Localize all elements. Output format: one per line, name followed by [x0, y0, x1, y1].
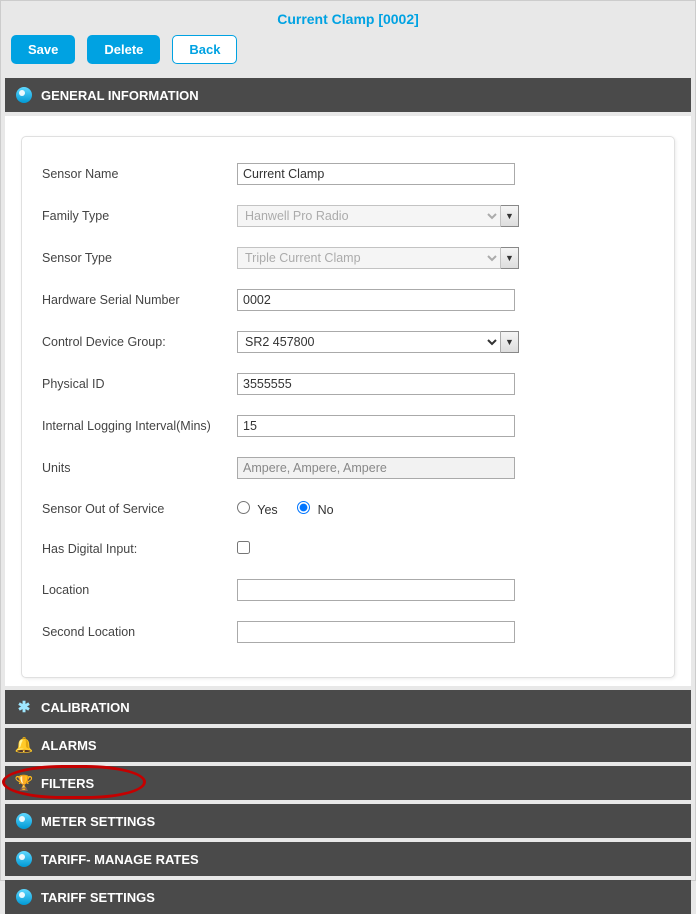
- label-hw-serial: Hardware Serial Number: [42, 293, 237, 307]
- section-label: TARIFF SETTINGS: [41, 890, 155, 905]
- section-meter-settings[interactable]: METER SETTINGS: [5, 804, 691, 838]
- input-location[interactable]: [237, 579, 515, 601]
- save-button[interactable]: Save: [11, 35, 75, 64]
- radio-yes-label[interactable]: Yes: [237, 503, 281, 517]
- input-log-interval[interactable]: [237, 415, 515, 437]
- radio-no[interactable]: [297, 501, 310, 514]
- bell-icon: 🔔: [15, 736, 33, 754]
- label-second-location: Second Location: [42, 625, 237, 639]
- select-sensor-type: Triple Current Clamp: [237, 247, 501, 269]
- circle-icon: [15, 850, 33, 868]
- chevron-down-icon: ▼: [501, 247, 519, 269]
- section-label: FILTERS: [41, 776, 94, 791]
- circle-icon: [15, 812, 33, 830]
- section-label: METER SETTINGS: [41, 814, 155, 829]
- label-log-interval: Internal Logging Interval(Mins): [42, 419, 237, 433]
- label-units: Units: [42, 461, 237, 475]
- circle-icon: [15, 888, 33, 906]
- section-alarms[interactable]: 🔔 ALARMS: [5, 728, 691, 762]
- section-label: GENERAL INFORMATION: [41, 88, 199, 103]
- general-panel-body: Sensor Name Family Type Hanwell Pro Radi…: [5, 116, 691, 686]
- select-control-group[interactable]: SR2 457800: [237, 331, 501, 353]
- trophy-icon: 🏆: [15, 774, 33, 792]
- input-second-location[interactable]: [237, 621, 515, 643]
- action-button-row: Save Delete Back: [1, 35, 695, 78]
- general-card: Sensor Name Family Type Hanwell Pro Radi…: [21, 136, 675, 678]
- page-title: Current Clamp [0002]: [1, 9, 695, 35]
- label-family-type: Family Type: [42, 209, 237, 223]
- label-location: Location: [42, 583, 237, 597]
- input-sensor-name[interactable]: [237, 163, 515, 185]
- section-tariff-settings[interactable]: TARIFF SETTINGS: [5, 880, 691, 914]
- input-units: [237, 457, 515, 479]
- label-has-digital: Has Digital Input:: [42, 542, 237, 556]
- label-sensor-type: Sensor Type: [42, 251, 237, 265]
- input-hw-serial[interactable]: [237, 289, 515, 311]
- label-physical-id: Physical ID: [42, 377, 237, 391]
- label-out-of-service: Sensor Out of Service: [42, 502, 237, 516]
- radio-no-text: No: [318, 503, 334, 517]
- checkbox-has-digital[interactable]: [237, 541, 250, 554]
- label-control-group: Control Device Group:: [42, 335, 237, 349]
- section-tariff-manage-rates[interactable]: TARIFF- MANAGE RATES: [5, 842, 691, 876]
- section-label: CALIBRATION: [41, 700, 130, 715]
- radio-no-label[interactable]: No: [297, 503, 333, 517]
- section-filters[interactable]: 🏆 FILTERS: [5, 766, 691, 800]
- section-general-information[interactable]: GENERAL INFORMATION: [5, 78, 691, 112]
- circle-icon: [15, 86, 33, 104]
- chevron-down-icon: ▼: [501, 331, 519, 353]
- delete-button[interactable]: Delete: [87, 35, 160, 64]
- radio-yes-text: Yes: [257, 503, 277, 517]
- label-sensor-name: Sensor Name: [42, 167, 237, 181]
- section-label: TARIFF- MANAGE RATES: [41, 852, 199, 867]
- gear-icon: ✱: [15, 698, 33, 716]
- select-family-type: Hanwell Pro Radio: [237, 205, 501, 227]
- back-button[interactable]: Back: [172, 35, 237, 64]
- chevron-down-icon: ▼: [501, 205, 519, 227]
- input-physical-id[interactable]: [237, 373, 515, 395]
- section-calibration[interactable]: ✱ CALIBRATION: [5, 690, 691, 724]
- section-label: ALARMS: [41, 738, 97, 753]
- radio-yes[interactable]: [237, 501, 250, 514]
